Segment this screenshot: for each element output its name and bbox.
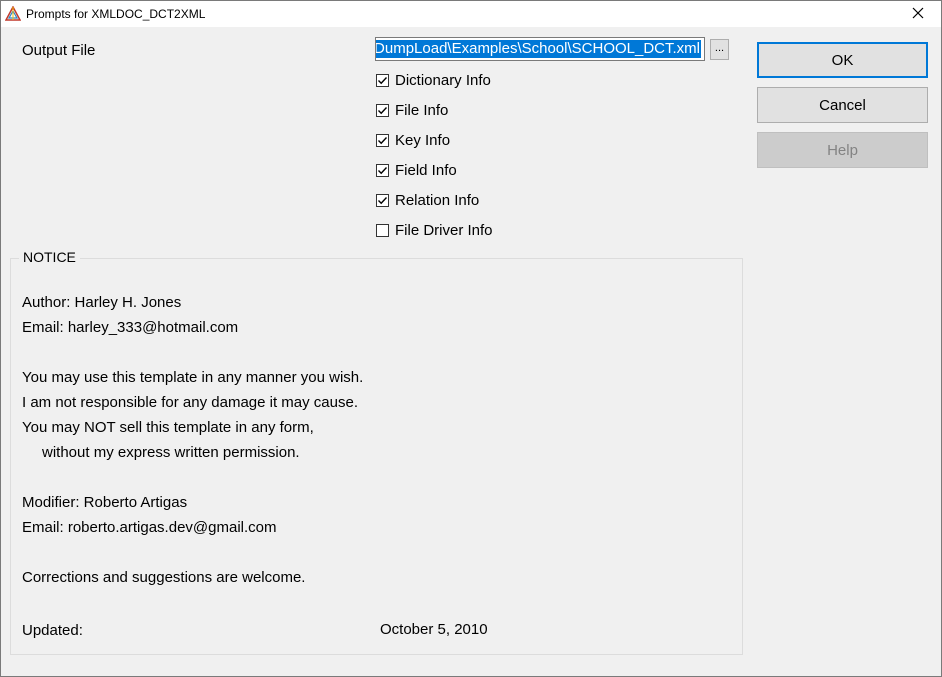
ok-button[interactable]: OK <box>757 42 928 78</box>
checkmark-icon <box>378 166 388 174</box>
title-bar[interactable]: Prompts for XMLDOC_DCT2XML <box>1 1 941 27</box>
notice-line: Corrections and suggestions are welcome. <box>22 569 306 586</box>
notice-line: I am not responsible for any damage it m… <box>22 394 359 411</box>
option-key-info[interactable]: Key Info <box>376 131 450 149</box>
notice-line: You may NOT sell this template in any fo… <box>22 419 314 436</box>
app-triangle-icon <box>4 5 22 22</box>
cancel-button[interactable]: Cancel <box>757 87 928 123</box>
option-file-info[interactable]: File Info <box>376 101 448 119</box>
notice-line: Email: harley_333@hotmail.com <box>22 319 239 336</box>
close-icon <box>912 6 924 22</box>
notice-line: without my express written permission. <box>42 444 300 461</box>
field-info-checkbox[interactable] <box>376 163 389 177</box>
notice-line: Author: Harley H. Jones <box>22 294 182 311</box>
option-dictionary-info[interactable]: Dictionary Info <box>376 71 491 89</box>
notice-line: Email: roberto.artigas.dev@gmail.com <box>22 519 277 536</box>
notice-line: Modifier: Roberto Artigas <box>22 494 188 511</box>
checkmark-icon <box>378 136 388 144</box>
file-info-checkbox[interactable] <box>376 103 389 117</box>
checkmark-icon <box>378 196 388 204</box>
option-field-info[interactable]: Field Info <box>376 161 457 179</box>
key-info-checkbox[interactable] <box>376 133 389 147</box>
checkmark-icon <box>378 76 388 84</box>
help-button[interactable]: Help <box>757 132 928 168</box>
checkmark-icon <box>378 106 388 114</box>
dictionary-info-label: Dictionary Info <box>395 71 491 89</box>
file-driver-info-checkbox[interactable] <box>376 223 389 237</box>
file-info-label: File Info <box>395 101 449 119</box>
browse-button[interactable]: ... <box>710 39 729 60</box>
file-driver-info-label: File Driver Info <box>395 221 493 239</box>
field-info-label: Field Info <box>395 161 457 179</box>
key-info-label: Key Info <box>395 131 451 149</box>
close-button[interactable] <box>895 1 941 27</box>
relation-info-checkbox[interactable] <box>376 193 389 207</box>
option-file-driver-info[interactable]: File Driver Info <box>376 221 493 239</box>
notice-legend: NOTICE <box>19 249 80 265</box>
updated-label: Updated: <box>22 622 83 639</box>
dictionary-info-checkbox[interactable] <box>376 73 389 87</box>
output-file-input[interactable]: .DumpLoad\Examples\School\SCHOOL_DCT.xml <box>375 37 705 61</box>
updated-date: October 5, 2010 <box>380 621 488 638</box>
relation-info-label: Relation Info <box>395 191 480 209</box>
window-title: Prompts for XMLDOC_DCT2XML <box>26 7 206 21</box>
dialog-window: Prompts for XMLDOC_DCT2XML Output File .… <box>0 0 942 677</box>
option-relation-info[interactable]: Relation Info <box>376 191 479 209</box>
output-file-label: Output File <box>22 42 96 59</box>
output-file-value: .DumpLoad\Examples\School\SCHOOL_DCT.xml <box>376 40 701 58</box>
notice-line: You may use this template in any manner … <box>22 369 364 386</box>
